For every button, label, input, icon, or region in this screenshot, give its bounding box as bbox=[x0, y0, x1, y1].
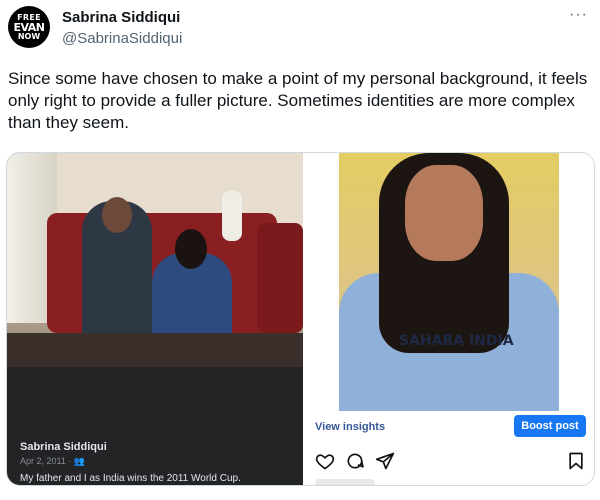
author-name[interactable]: Sabrina Siddiqui bbox=[62, 9, 180, 26]
tweet-media[interactable]: Sabrina Siddiqui Apr 2, 2011 · 👥 My fath… bbox=[6, 152, 595, 486]
likes-row bbox=[315, 479, 375, 485]
photo-vase bbox=[222, 191, 242, 241]
instagram-post-image[interactable]: SAHARA INDIA View insights Boost post bbox=[305, 153, 594, 485]
photo-sofa-right bbox=[257, 223, 303, 333]
facebook-post-image[interactable]: Sabrina Siddiqui Apr 2, 2011 · 👥 My fath… bbox=[7, 153, 303, 485]
jersey-text: SAHARA INDIA bbox=[399, 333, 514, 349]
avatar[interactable]: FREE EVAN NOW bbox=[8, 6, 50, 48]
bookmark-icon[interactable] bbox=[566, 451, 586, 471]
heart-icon[interactable] bbox=[315, 451, 335, 471]
family-photo bbox=[7, 153, 303, 367]
photo-floor bbox=[7, 333, 303, 367]
photo-daughter-head bbox=[175, 229, 207, 269]
photo-face bbox=[405, 165, 483, 261]
fb-poster-name: Sabrina Siddiqui bbox=[20, 441, 107, 453]
tweet-text: Since some have chosen to make a point o… bbox=[8, 69, 588, 132]
more-icon[interactable]: ··· bbox=[569, 6, 588, 24]
view-insights-link[interactable]: View insights bbox=[315, 421, 385, 433]
avatar-text-evan: EVAN bbox=[13, 20, 46, 34]
comment-icon[interactable] bbox=[345, 451, 365, 471]
fb-post-date: Apr 2, 2011 · 👥 bbox=[20, 456, 86, 466]
boost-post-button[interactable]: Boost post bbox=[514, 415, 586, 437]
photo-father-head bbox=[102, 197, 132, 233]
ig-action-bar bbox=[315, 451, 586, 471]
fb-caption: My father and I as India wins the 2011 W… bbox=[20, 473, 241, 484]
avatar-text-now: NOW bbox=[17, 31, 41, 41]
author-handle[interactable]: @SabrinaSiddiqui bbox=[62, 30, 182, 47]
share-icon[interactable] bbox=[375, 451, 395, 471]
selfie-photo: SAHARA INDIA bbox=[339, 153, 559, 411]
